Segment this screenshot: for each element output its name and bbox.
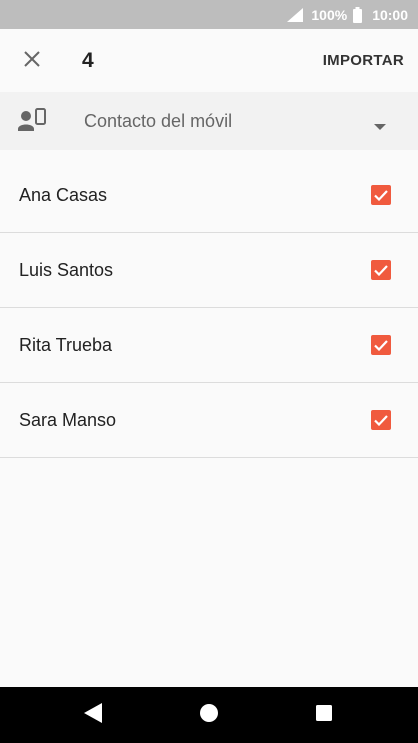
contact-phone-icon bbox=[18, 108, 46, 137]
recents-icon bbox=[316, 704, 332, 726]
list-item[interactable]: Sara Manso bbox=[0, 383, 418, 458]
navigation-bar bbox=[0, 687, 418, 743]
contact-checkbox[interactable] bbox=[371, 260, 391, 280]
check-icon bbox=[374, 339, 388, 351]
account-selector[interactable]: Contacto del móvil bbox=[0, 92, 418, 150]
contact-name: Sara Manso bbox=[19, 410, 117, 430]
back-button[interactable] bbox=[63, 687, 123, 743]
battery-icon bbox=[353, 6, 363, 23]
recents-button[interactable] bbox=[294, 687, 354, 743]
close-button[interactable] bbox=[16, 45, 48, 77]
list-item[interactable]: Luis Santos bbox=[0, 233, 418, 308]
check-icon bbox=[374, 414, 388, 426]
close-icon bbox=[24, 50, 40, 72]
home-icon bbox=[200, 703, 218, 727]
check-icon bbox=[374, 189, 388, 201]
back-icon bbox=[84, 702, 102, 728]
contact-checkbox[interactable] bbox=[371, 185, 391, 205]
selected-count: 4 bbox=[82, 49, 94, 72]
import-button[interactable]: IMPORTAR bbox=[323, 29, 404, 92]
check-icon bbox=[374, 264, 388, 276]
account-label: Contacto del móvil bbox=[84, 111, 233, 131]
list-item[interactable]: Ana Casas bbox=[0, 158, 418, 233]
list-item[interactable]: Rita Trueba bbox=[0, 308, 418, 383]
home-button[interactable] bbox=[179, 687, 239, 743]
app-bar: 4 IMPORTAR bbox=[0, 29, 418, 92]
battery-percent: 100% bbox=[311, 6, 348, 23]
contact-checkbox[interactable] bbox=[371, 410, 391, 430]
contact-name: Rita Trueba bbox=[19, 335, 113, 355]
dropdown-arrow-icon bbox=[374, 118, 386, 136]
signal-icon bbox=[287, 7, 304, 22]
clock: 10:00 bbox=[372, 6, 408, 23]
contact-name: Ana Casas bbox=[19, 185, 108, 205]
contact-list: Ana Casas Luis Santos Rita Trueba Sara M… bbox=[0, 158, 418, 458]
contact-checkbox[interactable] bbox=[371, 335, 391, 355]
contact-name: Luis Santos bbox=[19, 260, 114, 280]
status-bar: 100% 10:00 bbox=[0, 0, 418, 29]
